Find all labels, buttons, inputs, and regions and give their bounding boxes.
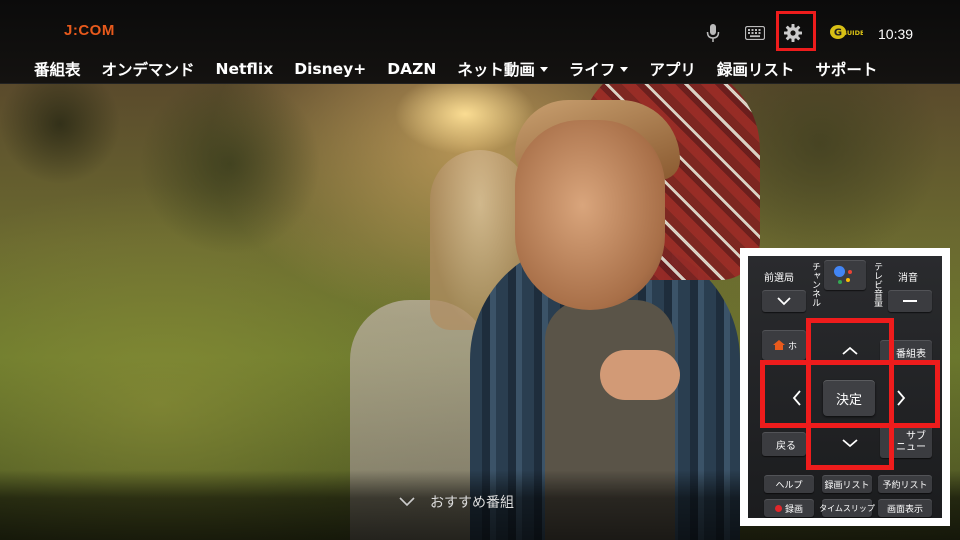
nav-item-recording-list[interactable]: 録画リスト [717, 58, 795, 80]
remote-key-screen-display: 画面表示 [878, 499, 932, 517]
nav-item-netflix[interactable]: Netflix [216, 60, 274, 78]
nav-item-support[interactable]: サポート [815, 58, 877, 80]
nav-item-label: 番組表 [34, 61, 81, 79]
nav-item-disney-plus[interactable]: Disney+ [294, 60, 366, 78]
chevron-down-icon [539, 66, 548, 72]
remote-label-prev-channel: 前選局 [764, 273, 794, 284]
remote-key-reserve-list: 予約リスト [878, 475, 932, 493]
top-bar: J:COM G GUIDE 10:39 番組表 オンデマンド Netflix D… [0, 0, 960, 84]
clock: 10:39 [878, 26, 914, 42]
remote-label-guide: 番組表 [896, 348, 926, 360]
nav-item-net-video[interactable]: ネット動画 [457, 58, 548, 80]
nav-item-dazn[interactable]: DAZN [387, 60, 436, 78]
remote-label-channel: チャンネル [810, 262, 820, 307]
nav-item-label: サポート [815, 61, 878, 79]
nav-item-apps[interactable]: アプリ [649, 58, 696, 80]
remote-label-help: ヘルプ [775, 480, 803, 491]
remote-label-home: ホ [788, 341, 798, 352]
remote-label-back: 戻る [776, 440, 796, 452]
remote-key-time-slip: タイムスリップ [819, 499, 875, 517]
remote-label-menu-top: サブ [906, 431, 926, 442]
microphone-icon[interactable] [696, 16, 730, 50]
nav-item-label: ライフ [568, 61, 616, 79]
chevron-up-icon [842, 346, 858, 355]
chevron-right-icon [897, 390, 906, 406]
remote-key-channel-down [762, 290, 806, 312]
recommended-programs-toggle[interactable]: おすすめ番組 [398, 492, 514, 512]
remote-label-tv-volume: テレビ音量 [872, 262, 882, 307]
assistant-icon [834, 266, 845, 277]
chevron-down-icon [620, 66, 629, 72]
remote-dpad-left [774, 375, 820, 421]
remote-dpad-up [827, 328, 873, 374]
remote-key-help: ヘルプ [764, 475, 814, 493]
recommended-programs-label: おすすめ番組 [430, 495, 514, 511]
brand-logo: J:COM [64, 22, 115, 39]
chevron-down-icon [399, 497, 415, 507]
remote-label-time-slip: タイムスリップ [819, 503, 875, 513]
nav-item-life[interactable]: ライフ [569, 58, 629, 80]
remote-label-mute: 消音 [898, 273, 918, 284]
remote-control-image: 前選局 チャンネル テレビ音量 消音 ホ 番組表 戻る サブ ニュー 決定 ヘル… [748, 256, 942, 518]
hero-person-child-arm [600, 350, 680, 400]
svg-text:GUIDE: GUIDE [842, 29, 863, 37]
record-dot-icon [774, 504, 782, 512]
remote-dpad-right [878, 375, 924, 421]
nav-item-label: オンデマンド [101, 61, 195, 79]
gear-highlight-box [776, 11, 816, 51]
remote-key-home: ホ [762, 330, 806, 360]
nav-item-label: Netflix [215, 60, 274, 78]
nav-item-label: アプリ [649, 61, 696, 79]
hero-person-man-face [515, 120, 665, 310]
main-nav: 番組表 オンデマンド Netflix Disney+ DAZN ネット動画 ライ… [0, 56, 960, 82]
remote-control-inset: 前選局 チャンネル テレビ音量 消音 ホ 番組表 戻る サブ ニュー 決定 ヘル… [740, 248, 950, 526]
assistant-icon-dot-yellow [846, 278, 850, 282]
remote-label-screen-display: 画面表示 [886, 504, 923, 515]
remote-key-assistant [824, 260, 866, 290]
nav-item-label: ネット動画 [457, 61, 535, 79]
remote-label-record: 録画 [784, 504, 803, 515]
remote-label-reserve-list: 予約リスト [882, 480, 928, 491]
remote-label-menu-bottom: ニュー [896, 442, 926, 453]
remote-key-volume-down [888, 290, 932, 312]
remote-dpad-down [827, 420, 873, 466]
assistant-icon-dot-red [848, 270, 852, 274]
g-guide-logo: G GUIDE [829, 23, 864, 41]
nav-item-on-demand[interactable]: オンデマンド [102, 58, 195, 80]
keyboard-icon[interactable] [738, 16, 772, 50]
assistant-icon-dot-green [838, 280, 842, 284]
nav-item-guide[interactable]: 番組表 [34, 58, 81, 80]
nav-item-label: Disney+ [294, 60, 367, 78]
home-icon [773, 340, 785, 350]
remote-label-rec-list: 録画リスト [824, 480, 870, 491]
nav-item-label: DAZN [387, 60, 437, 78]
remote-key-back: 戻る [762, 432, 806, 456]
remote-dpad-ok: 決定 [823, 380, 875, 416]
chevron-down-icon [842, 439, 858, 448]
remote-key-rec-list: 録画リスト [822, 475, 872, 493]
chevron-left-icon [792, 390, 801, 406]
remote-key-record: 録画 [764, 499, 814, 517]
nav-item-label: 録画リスト [716, 61, 795, 79]
